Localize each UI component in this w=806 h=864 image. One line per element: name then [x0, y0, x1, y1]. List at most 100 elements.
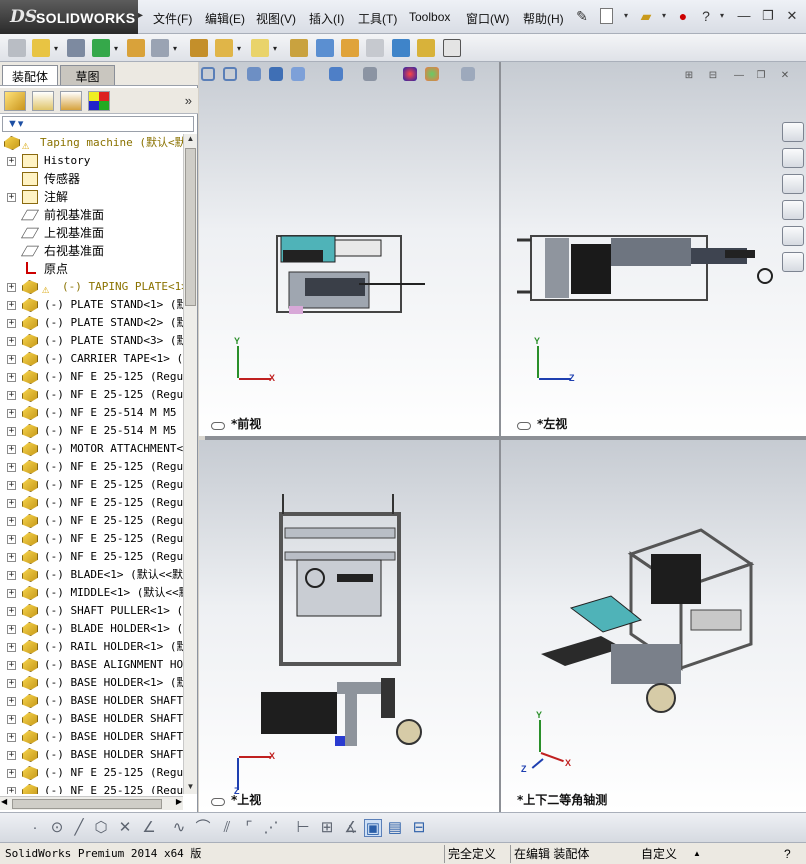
new-dropdown-icon[interactable]: ▾	[618, 8, 634, 24]
menu-insert[interactable]: 插入(I)	[309, 10, 344, 27]
expand-toggle-icon[interactable]: +	[7, 445, 16, 454]
tree-item[interactable]: + (-) NF E 25-514 M M5	[0, 404, 183, 422]
tree-item[interactable]: + (-) BASE HOLDER SHAFT<3	[0, 728, 183, 746]
apply-scene-icon[interactable]	[425, 67, 439, 81]
expand-toggle-icon[interactable]: +	[7, 589, 16, 598]
smart-fasteners-icon[interactable]	[127, 39, 145, 57]
solidworks-logo[interactable]: DS SOLIDWORKS	[0, 0, 138, 34]
expand-toggle-icon[interactable]: +	[7, 301, 16, 310]
expand-toggle-icon[interactable]: +	[7, 787, 16, 794]
tab-sketch[interactable]: 草图	[60, 65, 115, 85]
tree-item[interactable]: 传感器	[0, 170, 183, 188]
tree-item[interactable]: + (-) BASE HOLDER SHAFT<1	[0, 692, 183, 710]
tree-item[interactable]: + (-) RAIL HOLDER<1> (默认	[0, 638, 183, 656]
menu-help[interactable]: 帮助(H)	[523, 10, 564, 27]
minimize-icon[interactable]: —	[735, 8, 753, 24]
scroll-thumb[interactable]	[185, 148, 196, 306]
mate-paperclip-icon[interactable]	[67, 39, 85, 57]
expand-toggle-icon[interactable]: +	[7, 625, 16, 634]
file-explorer-folder-icon[interactable]	[782, 174, 804, 194]
explode-line-sketch-icon[interactable]	[366, 39, 384, 57]
expand-toggle-icon[interactable]: +	[7, 733, 16, 742]
tree-item[interactable]: + (-) PLATE STAND<2> (默认	[0, 314, 183, 332]
solidworks-resources-home-icon[interactable]	[782, 122, 804, 142]
viewport-left[interactable]: ⊞ ⊟ — ❐ ✕ Y Z *左视	[501, 62, 806, 436]
reference-geometry-icon[interactable]	[251, 39, 269, 57]
tree-filter-input[interactable]: ▼▾	[2, 116, 194, 132]
assembly-features-icon[interactable]	[215, 39, 233, 57]
tree-item[interactable]: + (-) NF E 25-125 (Regul	[0, 512, 183, 530]
tree-item[interactable]: 前视基准面	[0, 206, 183, 224]
property-manager-icon[interactable]	[32, 91, 54, 111]
logo-menu-arrow-icon[interactable]: ▸	[138, 10, 143, 21]
edit-appearance-icon[interactable]	[403, 67, 417, 81]
expand-toggle-icon[interactable]: +	[7, 661, 16, 670]
clearance-verification-icon[interactable]	[417, 39, 435, 57]
model-top-drawing[interactable]	[249, 492, 449, 752]
menu-edit[interactable]: 编辑(E)	[205, 10, 245, 27]
menu-window[interactable]: 窗口(W)	[466, 10, 509, 27]
expand-toggle-icon[interactable]: +	[7, 373, 16, 382]
interference-detection-icon[interactable]	[392, 39, 410, 57]
tree-item[interactable]: + (-) NF E 25-514 M M5	[0, 422, 183, 440]
rebuild-traffic-light-icon[interactable]: ●	[675, 8, 691, 24]
tree-item[interactable]: + (-) NF E 25-125 (Regul	[0, 494, 183, 512]
tab-assembly[interactable]: 装配体	[2, 65, 58, 85]
new-part-icon[interactable]	[32, 39, 50, 57]
feature-tree-icon[interactable]	[4, 91, 26, 111]
tree-item[interactable]: + (-) NF E 25-125 (Regul	[0, 782, 183, 794]
tree-item[interactable]: + (-) NF E 25-125 (Regul	[0, 548, 183, 566]
tree-item[interactable]: + (-) NF E 25-125 (Regul	[0, 476, 183, 494]
display-manager-icon[interactable]	[88, 91, 110, 111]
fillet-icon[interactable]: ⌒	[194, 819, 212, 837]
view-link-icon[interactable]	[211, 422, 225, 430]
graphics-area[interactable]: ◂ Y X	[199, 62, 806, 812]
new-motion-study-icon[interactable]	[290, 39, 308, 57]
scroll-right-arrow-icon[interactable]: ▶	[176, 797, 182, 806]
tree-item[interactable]: + (-) BASE HOLDER<1> (默认	[0, 674, 183, 692]
menu-tools[interactable]: 工具(T)	[358, 10, 397, 27]
view-settings-icon[interactable]	[461, 67, 475, 81]
dropdown-arrow-icon[interactable]: ▾	[237, 44, 241, 53]
open-dropdown-icon[interactable]: ▾	[656, 8, 672, 24]
menu-view[interactable]: 视图(V)	[256, 10, 296, 27]
expand-toggle-icon[interactable]: +	[7, 427, 16, 436]
previous-view-icon[interactable]	[247, 67, 261, 81]
polygon-icon[interactable]: ⬡	[92, 819, 110, 837]
expand-toggle-icon[interactable]: +	[7, 499, 16, 508]
expand-toggle-icon[interactable]: +	[7, 157, 16, 166]
expand-toggle-icon[interactable]: +	[7, 409, 16, 418]
bill-of-materials-icon[interactable]	[316, 39, 334, 57]
expand-toggle-icon[interactable]: +	[7, 535, 16, 544]
tree-horizontal-scrollbar[interactable]: ◀ ▶	[0, 796, 183, 810]
tree-item[interactable]: + (-) CARRIER TAPE<1> (默	[0, 350, 183, 368]
angle-line-icon[interactable]: ∠	[140, 819, 158, 837]
configuration-manager-icon[interactable]	[60, 91, 82, 111]
grid-icon[interactable]: ⊞	[318, 819, 336, 837]
expand-toggle-icon[interactable]: +	[7, 193, 16, 202]
tree-vertical-scrollbar[interactable]: ▲ ▼	[183, 134, 197, 794]
exploded-view-icon[interactable]	[341, 39, 359, 57]
tree-item[interactable]: + (-) PLATE STAND<3> (默认	[0, 332, 183, 350]
scroll-left-arrow-icon[interactable]: ◀	[1, 797, 7, 806]
display-style-icon[interactable]	[363, 67, 377, 81]
viewport-front[interactable]: Y X *前视	[199, 62, 499, 436]
section-view-icon[interactable]	[269, 67, 283, 81]
point-icon[interactable]: ·	[26, 819, 44, 837]
expand-toggle-icon[interactable]: +	[7, 481, 16, 490]
expand-toggle-icon[interactable]: +	[7, 553, 16, 562]
window-layout-icon[interactable]: ▤	[386, 819, 404, 837]
angle-icon[interactable]: ∡	[342, 819, 360, 837]
hscroll-thumb[interactable]	[12, 799, 162, 809]
move-component-icon[interactable]	[151, 39, 169, 57]
viewport-minimize-icon[interactable]: —	[732, 70, 746, 82]
filter-funnel-icon[interactable]: ▼▾	[7, 117, 23, 130]
expand-toggle-icon[interactable]: +	[7, 643, 16, 652]
scroll-down-arrow-icon[interactable]: ▼	[185, 782, 196, 794]
viewport-isometric[interactable]: Y X Z *上下二等角轴测	[501, 440, 806, 812]
circle-icon[interactable]: ⊙	[48, 819, 66, 837]
expand-toggle-icon[interactable]: +	[7, 463, 16, 472]
tree-item[interactable]: + (-) MOTOR ATTACHMENT<1>	[0, 440, 183, 458]
expand-toggle-icon[interactable]: +	[7, 715, 16, 724]
expand-toggle-icon[interactable]: +	[7, 607, 16, 616]
